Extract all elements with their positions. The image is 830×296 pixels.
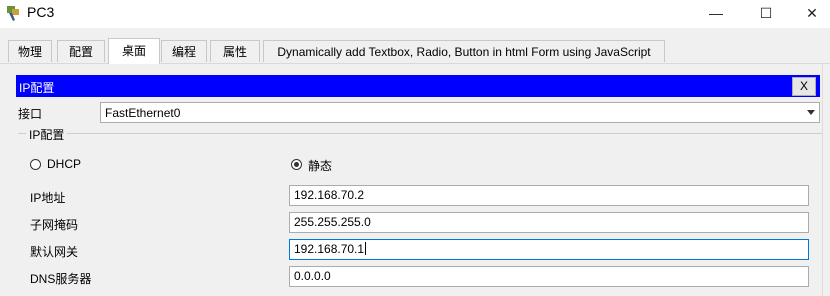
interface-label: 接口 xyxy=(18,107,43,121)
static-label[interactable]: 静态 xyxy=(308,157,332,174)
ip-config-title: IP配置 xyxy=(19,81,55,95)
dhcp-radio[interactable] xyxy=(30,159,41,170)
dns-server-field[interactable]: 0.0.0.0 xyxy=(289,266,809,287)
tab-desktop[interactable]: 桌面 xyxy=(108,38,160,64)
ip-address-field[interactable]: 192.168.70.2 xyxy=(289,185,809,206)
tab-config[interactable]: 配置 xyxy=(57,40,105,62)
tab-attributes[interactable]: 属性 xyxy=(210,40,260,62)
ip-config-close-button[interactable]: X xyxy=(792,77,816,96)
maximize-button[interactable]: ☐ xyxy=(746,2,786,24)
minimize-button[interactable]: — xyxy=(696,2,736,24)
dns-server-value: 0.0.0.0 xyxy=(294,269,331,283)
ip-address-value: 192.168.70.2 xyxy=(294,188,365,202)
gateway-field[interactable]: 192.168.70.1 xyxy=(289,239,809,260)
radio-selected-dot xyxy=(294,162,299,167)
gateway-value: 192.168.70.1 xyxy=(294,242,365,256)
scrollbar-edge xyxy=(822,64,823,296)
tab-bar: 物理 配置 桌面 编程 属性 Dynamically add Textbox, … xyxy=(0,28,830,64)
group-box-border xyxy=(18,133,822,134)
pc-app-icon xyxy=(7,6,19,21)
dns-server-label: DNS服务器 xyxy=(30,272,92,286)
ip-address-label: IP地址 xyxy=(30,191,66,205)
dhcp-label[interactable]: DHCP xyxy=(47,157,81,171)
interface-value: FastEthernet0 xyxy=(105,106,181,120)
window-title: PC3 xyxy=(27,4,55,20)
desktop-area xyxy=(0,64,830,296)
subnet-mask-label: 子网掩码 xyxy=(30,218,79,232)
group-title: IP配置 xyxy=(26,126,68,143)
window-titlebar: PC3 — ☐ ✕ xyxy=(0,0,830,28)
text-caret xyxy=(365,242,367,255)
gateway-label: 默认网关 xyxy=(30,245,79,259)
close-window-button[interactable]: ✕ xyxy=(792,2,830,24)
subnet-mask-field[interactable]: 255.255.255.0 xyxy=(289,212,809,233)
interface-select[interactable]: FastEthernet0 xyxy=(100,102,820,123)
tab-physical[interactable]: 物理 xyxy=(8,40,52,62)
subnet-mask-value: 255.255.255.0 xyxy=(294,215,371,229)
tab-dynamic-form[interactable]: Dynamically add Textbox, Radio, Button i… xyxy=(263,40,665,62)
chevron-down-icon xyxy=(807,110,815,115)
static-radio[interactable] xyxy=(291,159,302,170)
ip-config-titlebar: IP配置 xyxy=(16,75,820,97)
tab-programming[interactable]: 编程 xyxy=(161,40,207,62)
